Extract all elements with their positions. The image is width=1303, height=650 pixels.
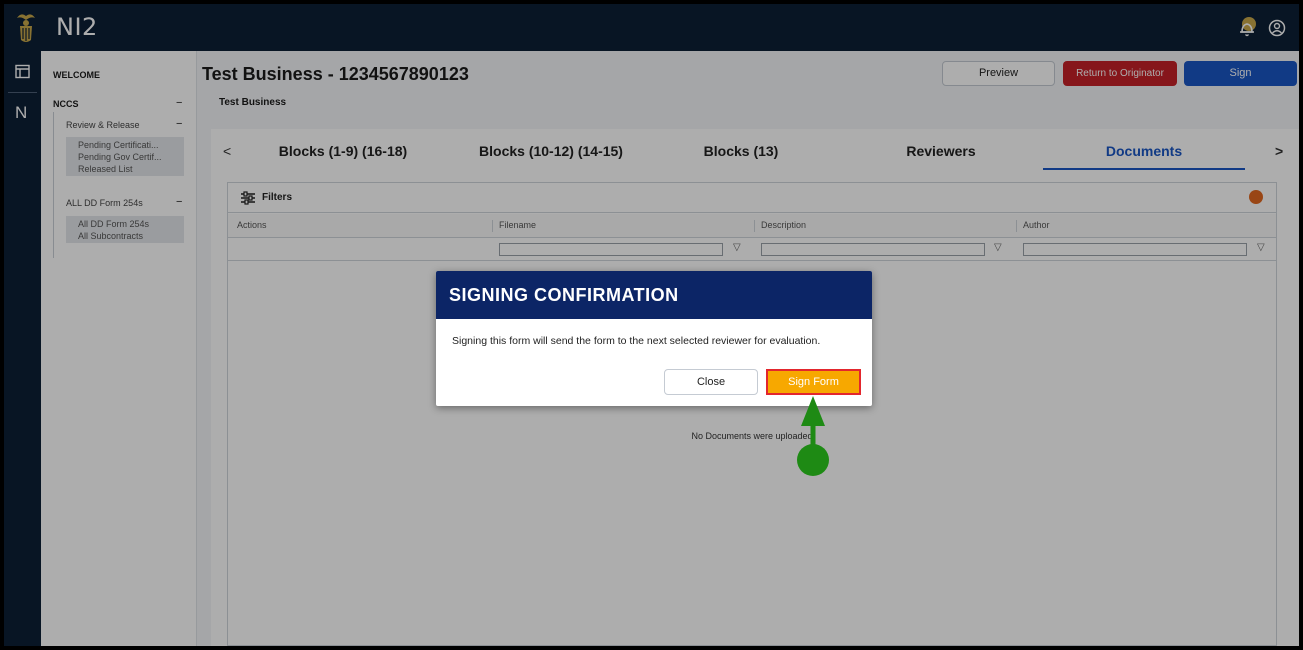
- close-button[interactable]: Close: [664, 369, 758, 395]
- sign-form-button[interactable]: Sign Form: [766, 369, 861, 395]
- dialog-message: Signing this form will send the form to …: [452, 335, 821, 347]
- dialog-header: SIGNING CONFIRMATION: [436, 271, 872, 319]
- app-window: NI2 N WELCOME NCCS − Review & Release − …: [4, 4, 1299, 646]
- dialog-title: SIGNING CONFIRMATION: [449, 285, 679, 305]
- signing-confirmation-dialog: SIGNING CONFIRMATION Signing this form w…: [436, 271, 872, 406]
